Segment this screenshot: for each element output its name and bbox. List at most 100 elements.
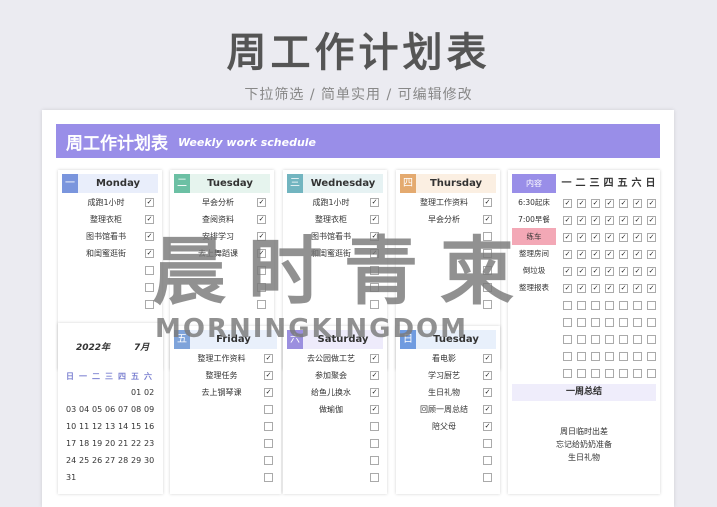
- habit-checkbox[interactable]: [633, 301, 642, 310]
- habit-checkbox[interactable]: ✓: [591, 267, 600, 276]
- habit-checkbox[interactable]: ✓: [577, 233, 586, 242]
- habit-checkbox[interactable]: [633, 318, 642, 327]
- habit-checkbox[interactable]: ✓: [619, 233, 628, 242]
- day-sunday-task-checkbox[interactable]: ✓: [483, 354, 492, 363]
- calendar-date[interactable]: 28: [118, 456, 132, 465]
- day-thursday-task-checkbox[interactable]: ✓: [483, 198, 492, 207]
- habit-checkbox[interactable]: [647, 369, 656, 378]
- habit-checkbox[interactable]: [563, 318, 572, 327]
- calendar-date[interactable]: 01: [131, 388, 145, 397]
- habit-checkbox[interactable]: ✓: [619, 250, 628, 259]
- habit-checkbox[interactable]: [605, 352, 614, 361]
- habit-checkbox[interactable]: ✓: [619, 284, 628, 293]
- habit-checkbox[interactable]: [647, 335, 656, 344]
- habit-checkbox[interactable]: ✓: [647, 284, 656, 293]
- habit-checkbox[interactable]: ✓: [633, 284, 642, 293]
- habit-checkbox[interactable]: ✓: [577, 250, 586, 259]
- calendar-date[interactable]: 04: [79, 405, 93, 414]
- habit-checkbox[interactable]: ✓: [619, 199, 628, 208]
- habit-checkbox[interactable]: ✓: [605, 216, 614, 225]
- calendar-date[interactable]: 19: [92, 439, 106, 448]
- habit-checkbox[interactable]: ✓: [591, 199, 600, 208]
- calendar-date[interactable]: 22: [131, 439, 145, 448]
- calendar-date[interactable]: 30: [144, 456, 158, 465]
- habit-checkbox[interactable]: [563, 301, 572, 310]
- calendar-date[interactable]: 18: [79, 439, 93, 448]
- calendar-date[interactable]: 10: [66, 422, 80, 431]
- day-sunday-task-checkbox[interactable]: [483, 439, 492, 448]
- habit-checkbox[interactable]: ✓: [591, 250, 600, 259]
- habit-checkbox[interactable]: ✓: [563, 216, 572, 225]
- calendar-date[interactable]: 12: [92, 422, 106, 431]
- day-sunday-task-checkbox[interactable]: ✓: [483, 388, 492, 397]
- habit-checkbox[interactable]: [619, 352, 628, 361]
- day-saturday-task-checkbox[interactable]: [370, 456, 379, 465]
- habit-checkbox[interactable]: ✓: [647, 250, 656, 259]
- habit-checkbox[interactable]: ✓: [647, 233, 656, 242]
- habit-checkbox[interactable]: [577, 301, 586, 310]
- habit-checkbox[interactable]: [591, 369, 600, 378]
- habit-checkbox[interactable]: ✓: [605, 284, 614, 293]
- habit-checkbox[interactable]: ✓: [647, 216, 656, 225]
- calendar-date[interactable]: 31: [66, 473, 80, 482]
- day-sunday-task-checkbox[interactable]: [483, 456, 492, 465]
- habit-checkbox[interactable]: [577, 369, 586, 378]
- habit-checkbox[interactable]: [577, 318, 586, 327]
- habit-checkbox[interactable]: ✓: [633, 199, 642, 208]
- calendar-date[interactable]: 21: [118, 439, 132, 448]
- habit-checkbox[interactable]: ✓: [647, 199, 656, 208]
- habit-checkbox[interactable]: ✓: [563, 250, 572, 259]
- calendar-date[interactable]: 14: [118, 422, 132, 431]
- day-wednesday-task-checkbox[interactable]: ✓: [370, 198, 379, 207]
- day-sunday-task-checkbox[interactable]: [483, 473, 492, 482]
- day-friday-task-checkbox[interactable]: [264, 473, 273, 482]
- habit-checkbox[interactable]: ✓: [619, 267, 628, 276]
- day-monday-task-checkbox[interactable]: ✓: [145, 198, 154, 207]
- habit-checkbox[interactable]: [591, 352, 600, 361]
- habit-checkbox[interactable]: [563, 369, 572, 378]
- calendar-date[interactable]: 20: [105, 439, 119, 448]
- day-saturday-task-checkbox[interactable]: ✓: [370, 405, 379, 414]
- day-friday-task-checkbox[interactable]: [264, 456, 273, 465]
- day-friday-task-checkbox[interactable]: ✓: [264, 371, 273, 380]
- calendar-date[interactable]: 02: [144, 388, 158, 397]
- calendar-date[interactable]: 25: [79, 456, 93, 465]
- habit-checkbox[interactable]: [563, 335, 572, 344]
- day-saturday-task-checkbox[interactable]: [370, 422, 379, 431]
- habit-checkbox[interactable]: ✓: [605, 199, 614, 208]
- calendar-date[interactable]: 03: [66, 405, 80, 414]
- habit-checkbox[interactable]: ✓: [591, 233, 600, 242]
- calendar-date[interactable]: 09: [144, 405, 158, 414]
- day-saturday-task-checkbox[interactable]: ✓: [370, 388, 379, 397]
- day-friday-task-checkbox[interactable]: [264, 405, 273, 414]
- day-sunday-task-checkbox[interactable]: ✓: [483, 422, 492, 431]
- habit-checkbox[interactable]: ✓: [563, 199, 572, 208]
- habit-checkbox[interactable]: ✓: [577, 199, 586, 208]
- habit-checkbox[interactable]: ✓: [591, 284, 600, 293]
- day-saturday-task-checkbox[interactable]: ✓: [370, 354, 379, 363]
- habit-checkbox[interactable]: [591, 335, 600, 344]
- calendar-date[interactable]: 08: [131, 405, 145, 414]
- habit-checkbox[interactable]: [647, 352, 656, 361]
- habit-checkbox[interactable]: ✓: [633, 250, 642, 259]
- day-friday-task-checkbox[interactable]: [264, 439, 273, 448]
- habit-checkbox[interactable]: [619, 369, 628, 378]
- habit-checkbox[interactable]: ✓: [633, 216, 642, 225]
- calendar-date[interactable]: 16: [144, 422, 158, 431]
- day-tuesday-task-checkbox[interactable]: ✓: [257, 198, 266, 207]
- habit-checkbox[interactable]: [633, 335, 642, 344]
- habit-checkbox[interactable]: ✓: [577, 216, 586, 225]
- calendar-date[interactable]: 29: [131, 456, 145, 465]
- habit-checkbox[interactable]: [619, 335, 628, 344]
- calendar-date[interactable]: 27: [105, 456, 119, 465]
- calendar-date[interactable]: 07: [118, 405, 132, 414]
- habit-checkbox[interactable]: [647, 301, 656, 310]
- habit-checkbox[interactable]: [619, 318, 628, 327]
- habit-checkbox[interactable]: [577, 352, 586, 361]
- habit-checkbox[interactable]: [605, 369, 614, 378]
- habit-checkbox[interactable]: [619, 301, 628, 310]
- habit-checkbox[interactable]: [563, 352, 572, 361]
- calendar-date[interactable]: 05: [92, 405, 106, 414]
- habit-checkbox[interactable]: ✓: [647, 267, 656, 276]
- habit-checkbox[interactable]: ✓: [633, 267, 642, 276]
